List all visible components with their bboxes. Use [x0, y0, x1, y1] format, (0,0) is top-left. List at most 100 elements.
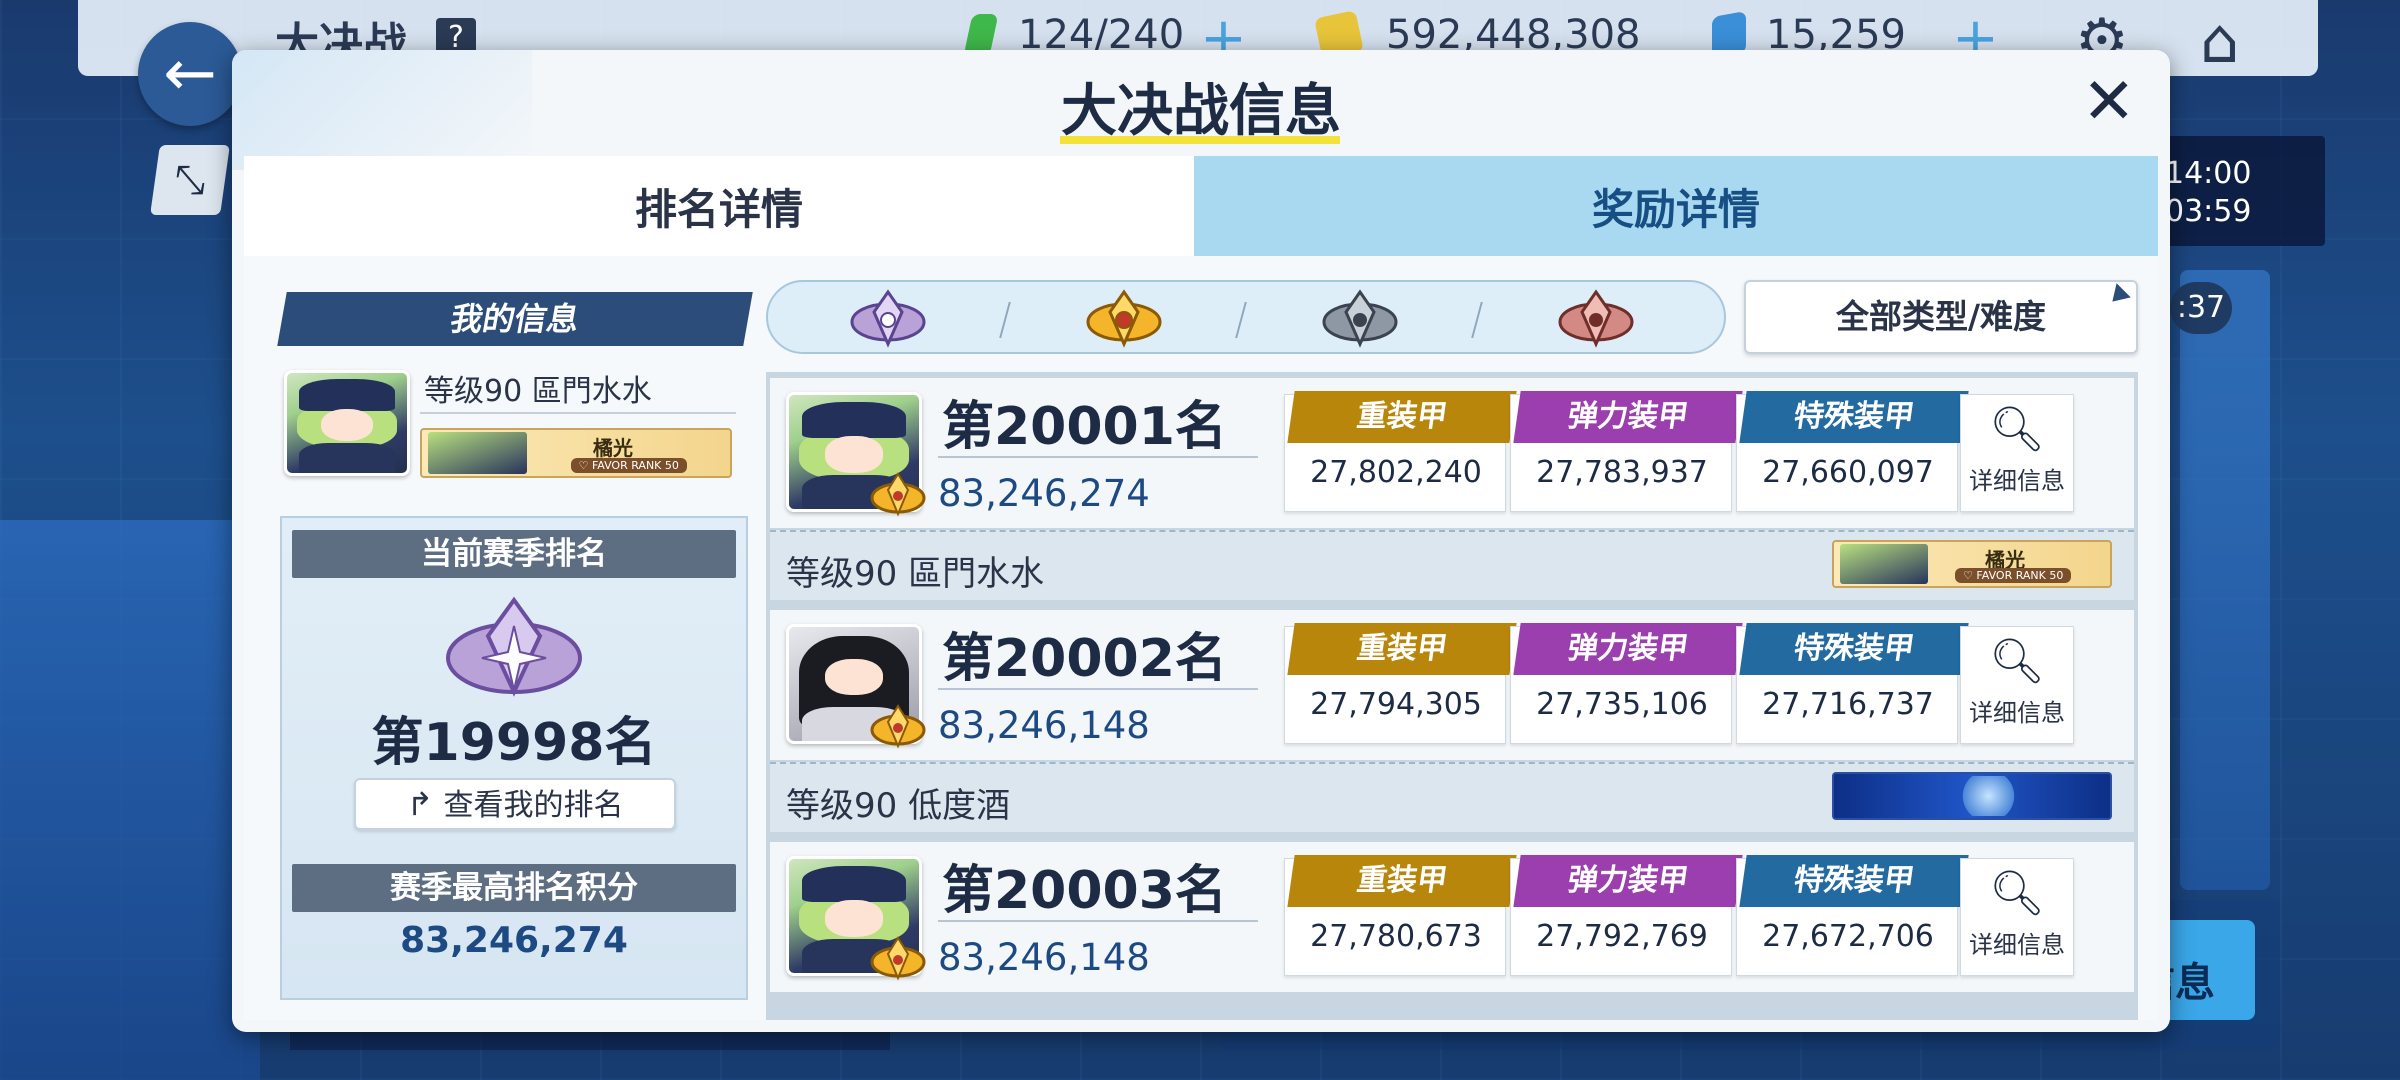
- silver-tier-icon[interactable]: [1320, 288, 1400, 350]
- heavy-armor-value: 27,780,673: [1310, 919, 1482, 954]
- player-namecard: 橘光 ♡ FAVOR RANK 50: [1832, 540, 2112, 588]
- detail-info-label: 详细信息: [1969, 467, 2065, 495]
- current-season-rank-header: 当前赛季排名: [292, 530, 736, 578]
- back-button[interactable]: ←: [138, 22, 242, 126]
- special-armor-label: 特殊装甲: [1739, 391, 1969, 443]
- namecard-name: 橘光: [592, 436, 633, 460]
- timer-line: 14:00: [2165, 156, 2252, 191]
- elastic-armor-score: 弹力装甲 27,735,106: [1510, 623, 1743, 744]
- bronze-tier-icon[interactable]: [1556, 288, 1636, 350]
- search-icon: 🔍︎: [1989, 636, 2045, 687]
- special-armor-value: 27,660,097: [1762, 455, 1934, 490]
- rank-position: 第20003名: [942, 861, 1227, 921]
- elastic-armor-value: 27,792,769: [1536, 919, 1708, 954]
- ranking-entry: 第20001名 83,246,274 重装甲 27,802,240 弹力装甲 2…: [770, 378, 2134, 603]
- detail-info-button[interactable]: 🔍︎ 详细信息: [1960, 394, 2074, 512]
- special-armor-label: 特殊装甲: [1739, 855, 1969, 907]
- gold-tier-icon: [870, 704, 926, 749]
- ranking-entry: 第20002名 83,246,148 重装甲 27,794,305 弹力装甲 2…: [770, 610, 2134, 835]
- ranking-content: 我的信息 等级90 區門水水 橘光 ♡ FAVOR RANK 50 当前赛季排名…: [244, 256, 2158, 1020]
- entry-summary: 第20003名 83,246,148 重装甲 27,780,673 弹力装甲 2…: [770, 842, 2134, 992]
- detail-info-button[interactable]: 🔍︎ 详细信息: [1960, 626, 2074, 744]
- divider: [938, 920, 1258, 922]
- elastic-armor-label: 弹力装甲: [1513, 623, 1743, 675]
- title-underline: [1060, 136, 1340, 144]
- detail-info-label: 详细信息: [1969, 699, 2065, 727]
- my-season-rank: 第19998名: [371, 713, 657, 773]
- filter-separator: [999, 302, 1011, 338]
- arrow-left-icon: ←: [163, 37, 217, 111]
- detail-info-label: 详细信息: [1969, 931, 2065, 959]
- search-icon: 🔍︎: [1989, 404, 2045, 455]
- player-level-name: 等级90 區門水水: [786, 554, 1045, 594]
- special-armor-value: 27,716,737: [1762, 687, 1934, 722]
- filter-separator: [1471, 302, 1483, 338]
- special-armor-score: 特殊装甲 27,672,706: [1736, 855, 1969, 976]
- share-arrow-icon: ↱: [406, 785, 444, 823]
- special-armor-score: 特殊装甲 27,660,097: [1736, 391, 1969, 512]
- total-score: 83,246,148: [938, 704, 1150, 747]
- namecard-portrait: [1958, 776, 2019, 816]
- elastic-armor-score: 弹力装甲 27,783,937: [1510, 391, 1743, 512]
- my-namecard: 橘光 ♡ FAVOR RANK 50: [420, 428, 732, 478]
- rank-position: 第20001名: [942, 397, 1227, 457]
- entry-player-row: 等级90 低度酒: [770, 762, 2134, 832]
- my-level-name: 等级90 區門水水: [424, 374, 652, 409]
- dialog-title: 大决战信息: [1061, 79, 1341, 144]
- my-avatar[interactable]: [284, 370, 410, 476]
- elastic-armor-score: 弹力装甲 27,792,769: [1510, 855, 1743, 976]
- grand-battle-info-dialog: 大决战信息 ✕ 排名详情 奖励详情 我的信息 等级90 區門水水 橘光 ♡ FA…: [232, 50, 2170, 1032]
- divider: [938, 688, 1258, 690]
- divider: [420, 412, 736, 414]
- gold-tier-icon: [870, 472, 926, 517]
- player-level-name: 等级90 低度酒: [786, 786, 1011, 826]
- heavy-armor-label: 重装甲: [1287, 623, 1517, 675]
- purple-tier-icon: [446, 596, 582, 697]
- entry-player-row: 等级90 區門水水 橘光 ♡ FAVOR RANK 50: [770, 530, 2134, 600]
- gold-tier-icon: [870, 936, 926, 981]
- view-my-rank-button[interactable]: ↱ 查看我的排名: [354, 778, 676, 830]
- background-timer: 14:00 03:59: [2165, 155, 2251, 231]
- my-info-header: 我的信息: [277, 292, 753, 346]
- timer-line: 03:59: [2165, 194, 2252, 229]
- gold-tier-icon[interactable]: [1084, 288, 1164, 350]
- entry-summary: 第20001名 83,246,274 重装甲 27,802,240 弹力装甲 2…: [770, 378, 2134, 528]
- purple-tier-icon[interactable]: [848, 288, 928, 350]
- divider: [938, 456, 1258, 458]
- collapse-arrows-icon[interactable]: ⤡: [150, 145, 230, 215]
- difficulty-dropdown[interactable]: 全部类型/难度: [1744, 280, 2138, 354]
- heavy-armor-score: 重装甲 27,780,673: [1284, 855, 1517, 976]
- player-namecard: [1832, 772, 2112, 820]
- special-armor-label: 特殊装甲: [1739, 623, 1969, 675]
- ranking-list[interactable]: 第20001名 83,246,274 重装甲 27,802,240 弹力装甲 2…: [766, 372, 2138, 1020]
- home-icon[interactable]: ⌂: [2200, 4, 2239, 77]
- rank-position: 第20002名: [942, 629, 1227, 689]
- heavy-armor-score: 重装甲 27,794,305: [1284, 623, 1517, 744]
- heavy-armor-value: 27,794,305: [1310, 687, 1482, 722]
- favor-rank-badge: ♡ FAVOR RANK 50: [1955, 568, 2072, 583]
- view-my-rank-label: 查看我的排名: [443, 788, 624, 823]
- elastic-armor-label: 弹力装甲: [1513, 391, 1743, 443]
- namecard-portrait: [428, 432, 527, 474]
- dropdown-caret-icon: [2105, 283, 2131, 309]
- elastic-armor-label: 弹力装甲: [1513, 855, 1743, 907]
- close-icon[interactable]: ✕: [2082, 70, 2136, 134]
- total-score: 83,246,148: [938, 936, 1150, 979]
- tier-filter-bar: [766, 280, 1726, 354]
- tab-ranking-details[interactable]: 排名详情: [244, 156, 1194, 256]
- favor-rank-badge: ♡ FAVOR RANK 50: [570, 458, 687, 473]
- ranking-entry: 第20003名 83,246,148 重装甲 27,780,673 弹力装甲 2…: [770, 842, 2134, 1020]
- detail-info-button[interactable]: 🔍︎ 详细信息: [1960, 858, 2074, 976]
- entry-summary: 第20002名 83,246,148 重装甲 27,794,305 弹力装甲 2…: [770, 610, 2134, 760]
- total-score: 83,246,274: [938, 472, 1150, 515]
- heavy-armor-label: 重装甲: [1287, 855, 1517, 907]
- difficulty-dropdown-label: 全部类型/难度: [1835, 297, 2047, 336]
- special-armor-value: 27,672,706: [1762, 919, 1934, 954]
- filter-separator: [1235, 302, 1247, 338]
- heavy-armor-value: 27,802,240: [1310, 455, 1482, 490]
- background-panel: [2180, 270, 2270, 890]
- heavy-armor-score: 重装甲 27,802,240: [1284, 391, 1517, 512]
- namecard-portrait: [1840, 544, 1929, 584]
- background-panel: [0, 520, 260, 1080]
- background-badge: :37: [2170, 282, 2232, 334]
